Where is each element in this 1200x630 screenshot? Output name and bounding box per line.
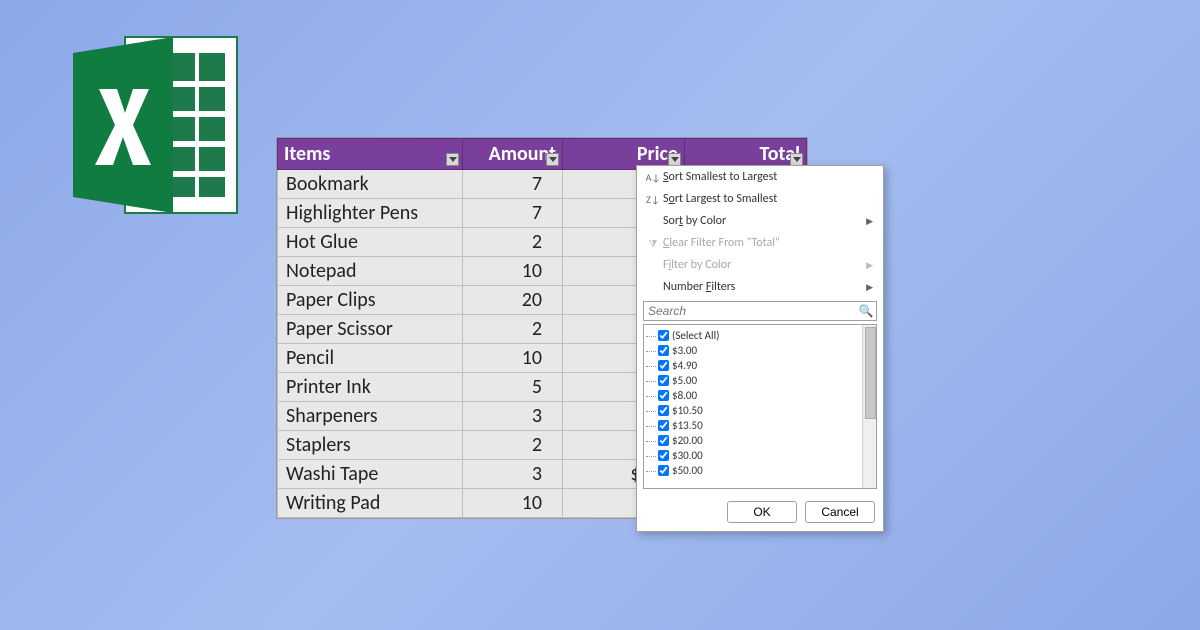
checklist-item[interactable]: $20.00: [646, 433, 874, 448]
submenu-arrow-icon: ▶: [866, 216, 873, 227]
checklist-label: $50.00: [672, 464, 703, 477]
cell-amount[interactable]: 2: [463, 228, 563, 257]
cell-amount[interactable]: 5: [463, 373, 563, 402]
cell-amount[interactable]: 2: [463, 315, 563, 344]
checkbox[interactable]: [658, 465, 669, 476]
checklist-item[interactable]: $13.50: [646, 418, 874, 433]
scrollbar[interactable]: [862, 325, 876, 488]
sort-largest-to-smallest[interactable]: Z↓ Sort Largest to Smallest: [637, 188, 883, 210]
sort-smallest-to-largest[interactable]: A↓ Sort Smallest to Largest: [637, 166, 883, 188]
filter-checklist[interactable]: (Select All) $3.00 $4.90 $5.00 $8.00 $10.50 $…: [643, 324, 877, 489]
cell-amount[interactable]: 7: [463, 199, 563, 228]
checklist-item[interactable]: $8.00: [646, 388, 874, 403]
cell-item[interactable]: Hot Glue: [278, 228, 463, 257]
cell-amount[interactable]: 10: [463, 257, 563, 286]
filter-by-color: Filter by Color ▶: [637, 254, 883, 276]
checklist-label: $8.00: [672, 389, 697, 402]
ok-button[interactable]: OK: [727, 501, 797, 523]
menu-label: Filter by Color: [663, 258, 731, 272]
cell-amount[interactable]: 3: [463, 460, 563, 489]
checkbox[interactable]: [658, 345, 669, 356]
checklist-label: $30.00: [672, 449, 703, 462]
menu-label: Clear Filter From "Total": [663, 236, 780, 250]
checklist-label: $20.00: [672, 434, 703, 447]
checklist-item[interactable]: $30.00: [646, 448, 874, 463]
submenu-arrow-icon: ▶: [866, 260, 873, 271]
checklist-label: $5.00: [672, 374, 697, 387]
menu-label: Sort by Color: [663, 214, 726, 228]
checklist-label: $3.00: [672, 344, 697, 357]
cell-item[interactable]: Sharpeners: [278, 402, 463, 431]
search-input[interactable]: [644, 302, 856, 320]
cell-item[interactable]: Writing Pad: [278, 489, 463, 518]
cell-amount[interactable]: 2: [463, 431, 563, 460]
checkbox[interactable]: [658, 390, 669, 401]
checklist-label: (Select All): [672, 329, 719, 342]
clear-filter-icon: ⧩: [643, 237, 663, 250]
checkbox[interactable]: [658, 360, 669, 371]
checkbox[interactable]: [658, 330, 669, 341]
cell-amount[interactable]: 7: [463, 170, 563, 199]
header-items[interactable]: Items: [278, 139, 463, 170]
cell-item[interactable]: Bookmark: [278, 170, 463, 199]
filter-dropdown-icon[interactable]: [446, 153, 459, 166]
checkbox[interactable]: [658, 375, 669, 386]
sort-asc-icon: A↓: [643, 171, 663, 184]
cancel-button[interactable]: Cancel: [805, 501, 875, 523]
cell-item[interactable]: Paper Clips: [278, 286, 463, 315]
filter-search[interactable]: 🔍: [643, 301, 877, 321]
checklist-label: $10.50: [672, 404, 703, 417]
clear-filter: ⧩ Clear Filter From "Total": [637, 232, 883, 254]
number-filters[interactable]: Number Filters ▶: [637, 276, 883, 298]
checklist-item[interactable]: $3.00: [646, 343, 874, 358]
submenu-arrow-icon: ▶: [866, 282, 873, 293]
checkbox[interactable]: [658, 405, 669, 416]
cell-item[interactable]: Highlighter Pens: [278, 199, 463, 228]
cell-item[interactable]: Notepad: [278, 257, 463, 286]
checklist-item[interactable]: $50.00: [646, 463, 874, 478]
cell-item[interactable]: Washi Tape: [278, 460, 463, 489]
checklist-item[interactable]: $10.50: [646, 403, 874, 418]
filter-dropdown-icon[interactable]: [546, 153, 559, 166]
search-icon: 🔍: [856, 302, 876, 320]
sort-by-color[interactable]: Sort by Color ▶: [637, 210, 883, 232]
menu-label: Number Filters: [663, 280, 735, 294]
cell-item[interactable]: Pencil: [278, 344, 463, 373]
checklist-label: $13.50: [672, 419, 703, 432]
header-amount[interactable]: Amount: [463, 139, 563, 170]
checklist-item-select-all[interactable]: (Select All): [646, 328, 874, 343]
cell-amount[interactable]: 20: [463, 286, 563, 315]
header-items-label: Items: [284, 142, 330, 166]
cell-item[interactable]: Printer Ink: [278, 373, 463, 402]
menu-label: Sort Largest to Smallest: [663, 192, 777, 206]
checklist-item[interactable]: $4.90: [646, 358, 874, 373]
sort-desc-icon: Z↓: [643, 193, 663, 206]
checkbox[interactable]: [658, 450, 669, 461]
menu-label: Sort Smallest to Largest: [663, 170, 777, 184]
cell-amount[interactable]: 10: [463, 344, 563, 373]
checklist-label: $4.90: [672, 359, 697, 372]
filter-menu: A↓ Sort Smallest to Largest Z↓ Sort Larg…: [636, 165, 884, 532]
checkbox[interactable]: [658, 420, 669, 431]
menu-button-row: OK Cancel: [637, 495, 883, 531]
cell-item[interactable]: Staplers: [278, 431, 463, 460]
cell-amount[interactable]: 3: [463, 402, 563, 431]
checkbox[interactable]: [658, 435, 669, 446]
checklist-item[interactable]: $5.00: [646, 373, 874, 388]
excel-logo-icon: [65, 25, 265, 225]
cell-amount[interactable]: 10: [463, 489, 563, 518]
cell-item[interactable]: Paper Scissor: [278, 315, 463, 344]
